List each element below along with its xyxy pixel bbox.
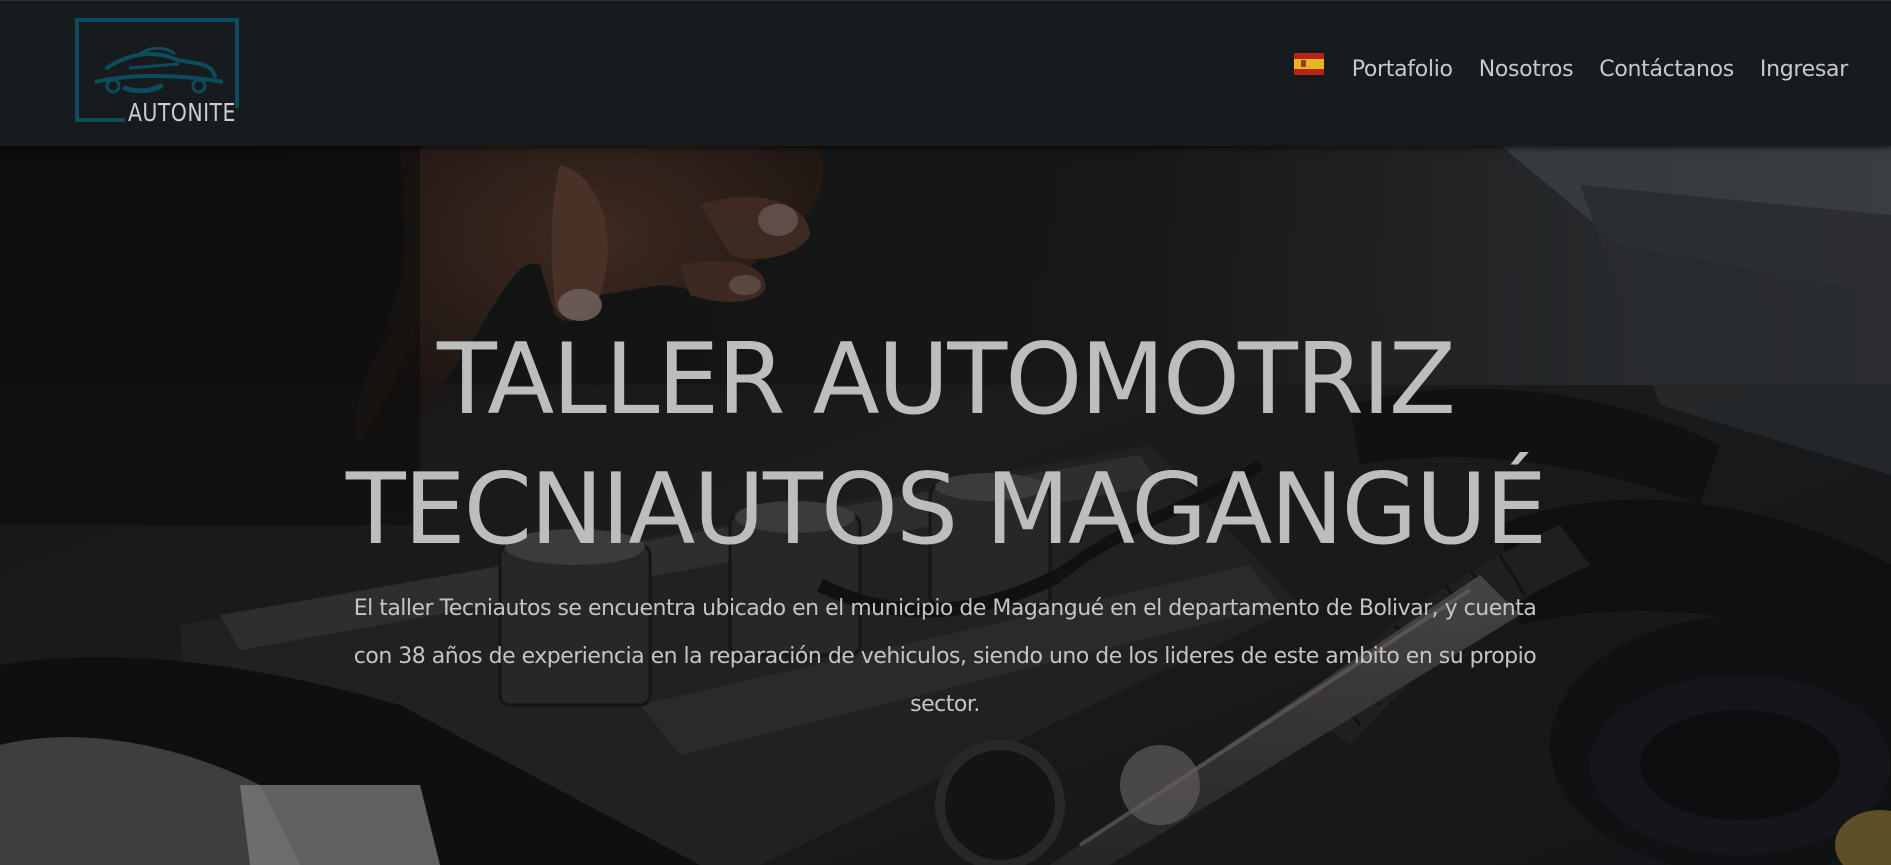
hero-section: TALLER AUTOMOTRIZ TECNIAUTOS MAGANGUÉ El… — [0, 145, 1891, 865]
spain-flag-icon[interactable] — [1293, 52, 1324, 75]
nav-link-ingresar[interactable]: Ingresar — [1760, 57, 1848, 82]
logo-text: AUTONITE — [128, 98, 236, 127]
nav-link-portafolio[interactable]: Portafolio — [1352, 57, 1453, 82]
page: AUTONITE Portafolio Nosotros Contáctanos… — [0, 0, 1891, 865]
nav-link-nosotros[interactable]: Nosotros — [1479, 57, 1574, 82]
hero-title-line-1: TALLER AUTOMOTRIZ — [436, 323, 1456, 437]
navbar: AUTONITE Portafolio Nosotros Contáctanos… — [0, 0, 1891, 146]
hero-description: El taller Tecniautos se encuentra ubicad… — [353, 596, 1537, 717]
nav-link-contactanos[interactable]: Contáctanos — [1599, 57, 1734, 82]
main-nav: Portafolio Nosotros Contáctanos Ingresar — [1293, 52, 1848, 82]
hero-title: TALLER AUTOMOTRIZ TECNIAUTOS MAGANGUÉ — [0, 315, 1891, 575]
car-logo-icon — [94, 46, 224, 94]
hero-title-line-2: TECNIAUTOS MAGANGUÉ — [345, 453, 1547, 567]
brand-logo[interactable]: AUTONITE — [75, 18, 247, 130]
